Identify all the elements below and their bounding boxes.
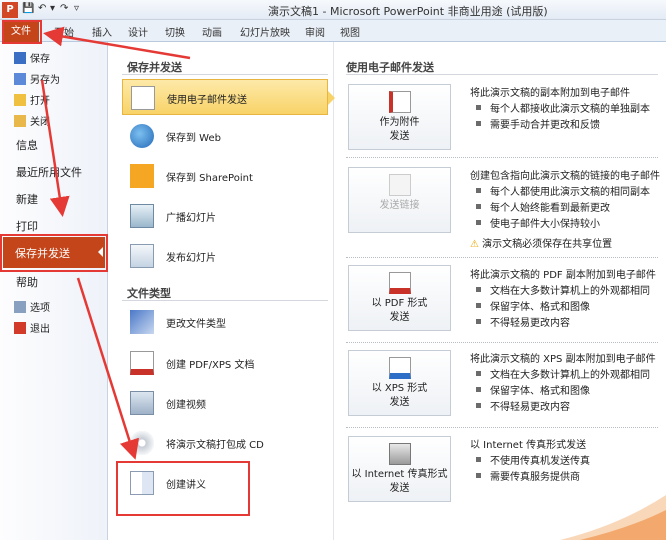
attachment-bullet: 每个人都接收此演示文稿的单独副本 xyxy=(476,100,650,115)
broadcast-icon xyxy=(130,204,154,228)
options-icon xyxy=(14,301,26,313)
warning-icon: ⚠ xyxy=(470,239,479,250)
pdf-bullet: 保留字体、格式和图像 xyxy=(476,298,590,313)
tab-design[interactable]: 设计 xyxy=(128,24,148,39)
title-bar: P 💾 ↶ ▾ ↷ ▿ 演示文稿1 - Microsoft PowerPoint… xyxy=(0,0,666,20)
divider xyxy=(346,257,658,258)
send-as-pdf-button[interactable]: 以 PDF 形式 发送 xyxy=(348,265,451,331)
pdf-document-icon xyxy=(130,351,154,375)
option-save-web[interactable]: 保存到 Web xyxy=(122,118,328,154)
sharepoint-icon xyxy=(130,164,154,188)
option-create-video[interactable]: 创建视频 xyxy=(122,385,328,421)
window-title: 演示文稿1 - Microsoft PowerPoint 非商业用途 (试用版) xyxy=(268,5,548,18)
link-bullet: 使电子邮件大小保持较小 xyxy=(476,215,600,230)
section-file-types-title: 文件类型 xyxy=(127,287,171,300)
fax-description: 以 Internet 传真形式发送 xyxy=(470,440,587,451)
option-broadcast[interactable]: 广播幻灯片 xyxy=(122,198,328,234)
sidebar-new[interactable]: 新建 xyxy=(16,191,38,207)
send-internet-fax-button[interactable]: 以 Internet 传真形式 发送 xyxy=(348,436,451,502)
tab-transitions[interactable]: 切换 xyxy=(165,24,185,39)
email-document-icon xyxy=(131,86,155,110)
exit-icon xyxy=(14,322,26,334)
powerpoint-app-icon[interactable]: P xyxy=(2,2,18,18)
pdf-icon xyxy=(388,272,411,294)
xps-icon xyxy=(388,357,411,379)
option-save-sharepoint[interactable]: 保存到 SharePoint xyxy=(122,158,328,194)
dropdown-icon[interactable]: ▾ xyxy=(50,3,55,14)
section-divider xyxy=(346,74,658,75)
link-bullet: 每个人始终能看到最新更改 xyxy=(476,199,610,214)
send-link-button[interactable]: 发送链接 xyxy=(348,167,451,233)
xps-bullet: 保留字体、格式和图像 xyxy=(476,382,590,397)
sidebar-save-as[interactable]: 另存为 xyxy=(14,71,60,86)
undo-icon[interactable]: ↶ xyxy=(38,3,46,14)
send-as-xps-button[interactable]: 以 XPS 形式 发送 xyxy=(348,350,451,416)
highlight-save-send xyxy=(0,234,108,272)
xps-bullet: 不得轻易更改内容 xyxy=(476,398,570,413)
decorative-swoosh xyxy=(560,495,666,540)
option-publish-slides[interactable]: 发布幻灯片 xyxy=(122,238,328,274)
option-change-file-type[interactable]: 更改文件类型 xyxy=(122,304,328,340)
sidebar-print[interactable]: 打印 xyxy=(16,218,38,234)
highlight-create-handouts xyxy=(116,461,250,516)
link-icon xyxy=(388,174,411,196)
divider xyxy=(346,427,658,428)
quick-save-icon[interactable]: 💾 xyxy=(22,3,34,14)
divider xyxy=(346,342,658,343)
xps-bullet: 文档在大多数计算机上的外观都相同 xyxy=(476,366,650,381)
option-create-pdf-xps[interactable]: 创建 PDF/XPS 文档 xyxy=(122,345,328,381)
sidebar-options[interactable]: 选项 xyxy=(14,299,50,314)
fax-bullet: 不使用传真机发送传真 xyxy=(476,452,590,467)
fax-icon xyxy=(388,443,411,465)
attachment-description: 将此演示文稿的副本附加到电子邮件 xyxy=(470,88,630,99)
send-as-attachment-button[interactable]: 作为附件 发送 xyxy=(348,84,451,150)
option-send-email[interactable]: 使用电子邮件发送 xyxy=(122,79,335,115)
link-description: 创建包含指向此演示文稿的链接的电子邮件 xyxy=(470,171,660,182)
option-package-cd[interactable]: 将演示文稿打包成 CD xyxy=(122,425,328,461)
section-save-send-title: 保存并发送 xyxy=(127,61,182,74)
cd-icon xyxy=(130,431,154,455)
folder-open-icon xyxy=(14,94,26,106)
sidebar-exit[interactable]: 退出 xyxy=(14,320,50,335)
sidebar-open[interactable]: 打开 xyxy=(14,92,50,107)
tab-insert[interactable]: 插入 xyxy=(92,24,112,39)
xps-description: 将此演示文稿的 XPS 副本附加到电子邮件 xyxy=(470,354,656,365)
save-as-icon xyxy=(14,73,26,85)
sidebar-help[interactable]: 帮助 xyxy=(16,274,38,290)
attachment-icon xyxy=(388,91,411,113)
right-pane-title: 使用电子邮件发送 xyxy=(346,61,434,74)
publish-slides-icon xyxy=(130,244,154,268)
globe-icon xyxy=(130,124,154,148)
sidebar-recent[interactable]: 最近所用文件 xyxy=(16,164,82,180)
divider xyxy=(346,157,658,158)
sidebar-close[interactable]: 关闭 xyxy=(14,113,50,128)
save-icon xyxy=(14,52,26,64)
folder-close-icon xyxy=(14,115,26,127)
sidebar-save[interactable]: 保存 xyxy=(14,50,50,65)
tab-home[interactable]: 开始 xyxy=(54,24,74,39)
highlight-file-tab xyxy=(2,20,42,44)
tab-view[interactable]: 视图 xyxy=(340,24,360,39)
pdf-bullet: 不得轻易更改内容 xyxy=(476,314,570,329)
section-divider xyxy=(122,300,328,301)
pdf-bullet: 文档在大多数计算机上的外观都相同 xyxy=(476,282,650,297)
link-bullet: 每个人都使用此演示文稿的相同副本 xyxy=(476,183,650,198)
pdf-description: 将此演示文稿的 PDF 副本附加到电子邮件 xyxy=(470,270,656,281)
change-file-type-icon xyxy=(130,310,154,334)
link-warning: ⚠ 演示文稿必须保存在共享位置 xyxy=(470,239,613,250)
sidebar-info[interactable]: 信息 xyxy=(16,137,38,153)
tab-animations[interactable]: 动画 xyxy=(202,24,222,39)
section-divider xyxy=(122,74,328,75)
attachment-bullet: 需要手动合并更改和反馈 xyxy=(476,116,600,131)
redo-icon[interactable]: ↷ xyxy=(60,3,68,14)
video-icon xyxy=(130,391,154,415)
qat-customize-icon[interactable]: ▿ xyxy=(74,3,79,14)
tab-slideshow[interactable]: 幻灯片放映 xyxy=(240,24,290,39)
fax-bullet: 需要传真服务提供商 xyxy=(476,468,580,483)
tab-review[interactable]: 审阅 xyxy=(305,24,325,39)
